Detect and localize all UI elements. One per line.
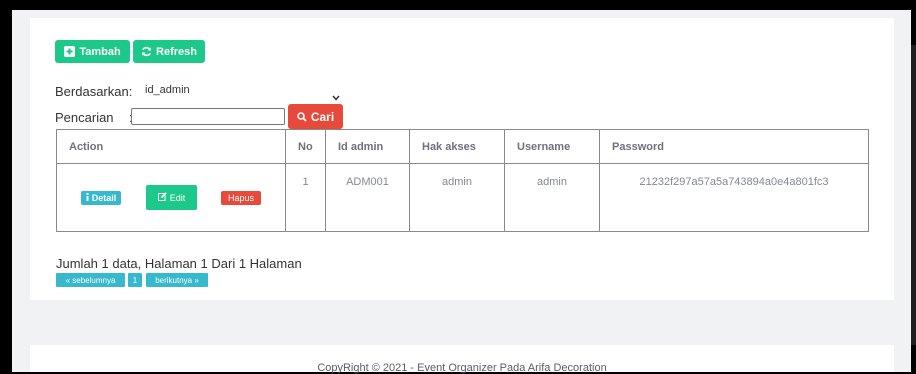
cell-no: 1 <box>285 163 326 232</box>
delete-button[interactable]: Hapus <box>221 191 261 205</box>
col-header-no: No <box>285 129 326 164</box>
info-icon <box>86 193 89 203</box>
edit-icon <box>157 192 167 203</box>
refresh-button[interactable]: Refresh <box>133 40 205 63</box>
footer: CopyRight © 2021 - Event Organizer Pada … <box>30 345 894 374</box>
detail-button[interactable]: Detail <box>81 191 121 205</box>
footer-copyright: CopyRight © 2021 - Event Organizer Pada … <box>317 362 607 374</box>
edit-button[interactable]: Edit <box>146 185 197 210</box>
col-header-hak-akses: Hak akses <box>409 129 505 164</box>
search-button-label: Cari <box>310 109 335 124</box>
content-panel: Tambah Refresh Berdasarkan: id_admin Pen… <box>30 18 894 300</box>
add-button-label: Tambah <box>79 45 121 58</box>
field-select[interactable]: id_admin <box>138 80 348 102</box>
table-header-row: Action No Id admin Hak akses Username Pa… <box>56 129 869 164</box>
search-icon <box>297 111 307 122</box>
col-header-action: Action <box>56 129 286 164</box>
vertical-scrollbar[interactable] <box>911 10 916 372</box>
edit-button-label: Edit <box>169 192 186 203</box>
pagination-prev[interactable]: « sebelumnya <box>56 273 125 287</box>
col-header-username: Username <box>504 129 600 164</box>
refresh-button-label: Refresh <box>156 45 197 58</box>
plus-square-icon <box>64 46 76 57</box>
search-button[interactable]: Cari <box>288 104 343 129</box>
scrollbar-thumb[interactable] <box>911 45 916 345</box>
detail-button-label: Detail <box>91 193 117 203</box>
search-input[interactable] <box>131 108 285 125</box>
page-frame: Tambah Refresh Berdasarkan: id_admin Pen… <box>12 10 911 374</box>
field-select-value: id_admin <box>145 84 190 96</box>
filter-by-label: Berdasarkan: <box>55 84 133 99</box>
col-header-id-admin: Id admin <box>325 129 410 164</box>
pagination-next[interactable]: berikutnya » <box>146 273 208 287</box>
pagination-page-current[interactable]: 1 <box>128 273 142 287</box>
table-row: Detail Edit Hapus 1 ADM001 admin admin 2… <box>56 163 869 232</box>
cell-username: admin <box>504 163 600 232</box>
cell-id-admin: ADM001 <box>325 163 410 232</box>
cell-password: 21232f297a57a5a743894a0e4a801fc3 <box>599 163 869 232</box>
col-header-password: Password <box>599 129 869 164</box>
cell-action: Detail Edit Hapus <box>56 163 286 232</box>
cell-hak-akses: admin <box>409 163 505 232</box>
refresh-icon <box>141 46 152 57</box>
search-label: Pencarian <box>55 110 114 125</box>
pagination-summary: Jumlah 1 data, Halaman 1 Dari 1 Halaman <box>56 256 302 271</box>
add-button[interactable]: Tambah <box>55 40 130 63</box>
admin-table: Action No Id admin Hak akses Username Pa… <box>56 129 869 232</box>
delete-button-label: Hapus <box>227 193 254 203</box>
